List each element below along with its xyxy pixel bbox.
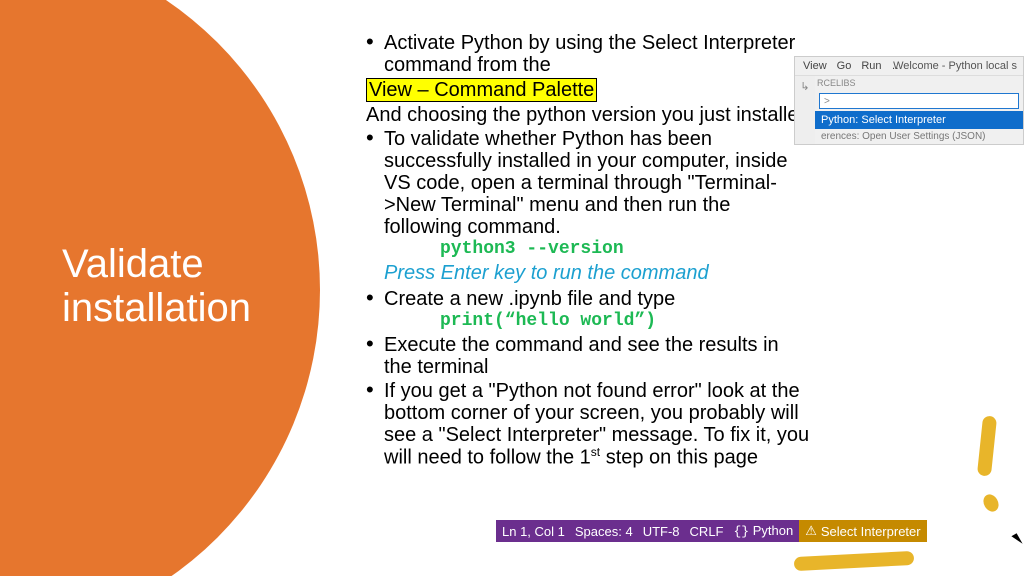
annotation-arrow-1 <box>977 415 997 476</box>
command-palette-input[interactable]: > <box>819 93 1019 109</box>
cursor-icon <box>1011 533 1022 546</box>
welcome-tab-label: Welcome - Python local s <box>893 60 1017 72</box>
slide: Validate installation Activate Python by… <box>0 0 1024 576</box>
bullet-list-3: Create a new .ipynb file and type <box>360 288 810 310</box>
bullet-list: Activate Python by using the Select Inte… <box>360 32 810 76</box>
statusbar-warning-text: Select Interpreter <box>821 524 921 539</box>
menu-run[interactable]: Run <box>861 60 881 72</box>
statusbar-spaces[interactable]: Spaces: 4 <box>575 524 633 539</box>
content-area: Activate Python by using the Select Inte… <box>360 32 810 470</box>
statusbar-language-text: Python <box>753 523 793 538</box>
menu-go[interactable]: Go <box>837 60 852 72</box>
bullet-1-text: Activate Python by using the Select Inte… <box>384 32 795 76</box>
statusbar-encoding[interactable]: UTF-8 <box>643 524 680 539</box>
statusbar-ln-col[interactable]: Ln 1, Col 1 <box>502 524 565 539</box>
vscode-activity-bar: ↳ <box>795 76 815 144</box>
slide-title: Validate installation <box>62 242 312 330</box>
statusbar-eol[interactable]: CRLF <box>690 524 724 539</box>
annotation-dot-1 <box>980 492 1001 515</box>
input-prefix: > <box>824 96 830 107</box>
vscode-statusbar-screenshot: Ln 1, Col 1 Spaces: 4 UTF-8 CRLF {} Pyth… <box>496 520 927 542</box>
vscode-palette-screenshot: View Go Run … Welcome - Python local s ↳… <box>794 56 1024 145</box>
bullet-5-sup: st <box>591 445 600 459</box>
menu-view[interactable]: View <box>803 60 827 72</box>
palette-item-other[interactable]: erences: Open User Settings (JSON) <box>815 129 1023 144</box>
statusbar-right[interactable]: ⚠ Select Interpreter <box>799 520 926 542</box>
vscode-menubar: View Go Run … Welcome - Python local s <box>795 57 1023 76</box>
bullet-list-2: To validate whether Python has been succ… <box>360 128 810 238</box>
statusbar-left: Ln 1, Col 1 Spaces: 4 UTF-8 CRLF {} Pyth… <box>496 520 799 542</box>
bullet-3: Create a new .ipynb file and type <box>360 288 810 310</box>
bullet-5: If you get a "Python not found error" lo… <box>360 380 810 469</box>
annotation-underline <box>794 551 915 571</box>
warning-icon: ⚠ <box>805 523 817 539</box>
bullet-2: To validate whether Python has been succ… <box>360 128 810 238</box>
vscode-main: RCELIBS > Python: Select Interpreter ere… <box>815 76 1023 144</box>
hint-1: Press Enter key to run the command <box>360 262 810 284</box>
bullet-list-4: Execute the command and see the results … <box>360 334 810 469</box>
arrow-icon[interactable]: ↳ <box>800 80 809 93</box>
code-line-2: print(“hello world”) <box>360 312 810 332</box>
vscode-side-label: RCELIBS <box>815 76 1023 90</box>
code-line-1: python3 --version <box>360 240 810 260</box>
bullet-5-post: step on this page <box>600 446 758 468</box>
statusbar-language[interactable]: {} Python <box>734 523 794 539</box>
highlighted-text: View – Command Palette <box>366 78 597 102</box>
bullet-1: Activate Python by using the Select Inte… <box>360 32 810 76</box>
palette-item-selected[interactable]: Python: Select Interpreter <box>815 111 1023 129</box>
bullet-4: Execute the command and see the results … <box>360 334 810 378</box>
braces-icon: {} <box>734 524 750 539</box>
bullet-1-continuation: And choosing the python version you just… <box>360 104 810 126</box>
bullet-1-highlight-row: View – Command Palette <box>360 78 810 102</box>
vscode-body: ↳ RCELIBS > Python: Select Interpreter e… <box>795 76 1023 144</box>
